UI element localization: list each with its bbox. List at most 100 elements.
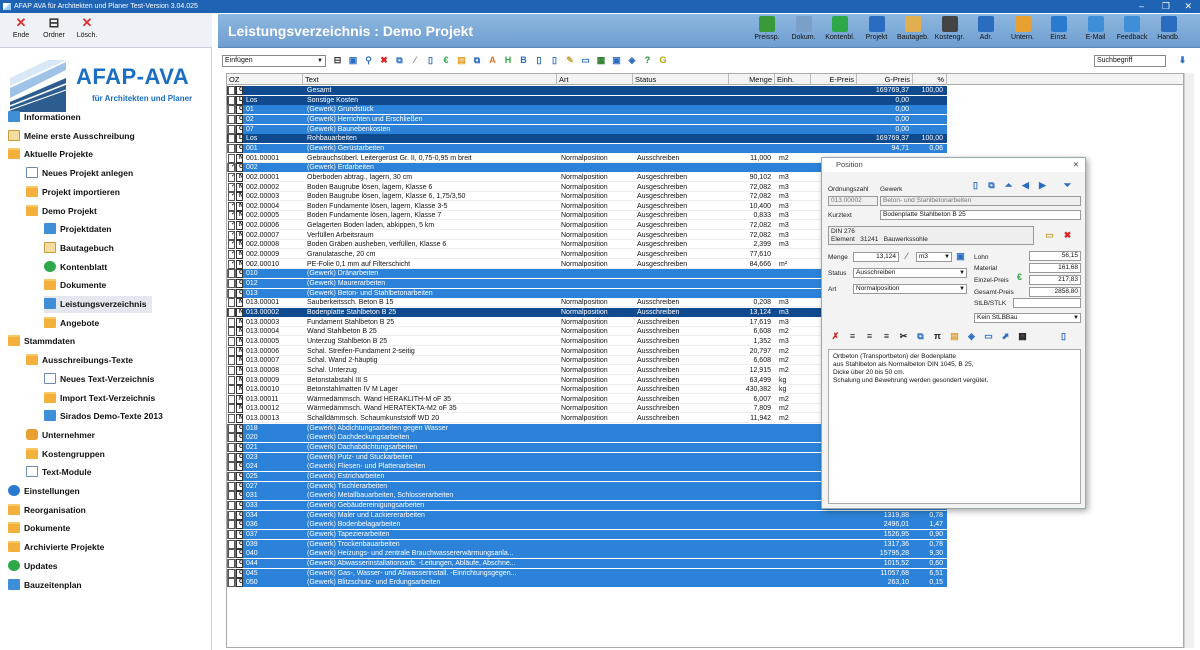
grid-scrollbar[interactable]: [1184, 73, 1194, 648]
row-checkbox[interactable]: [228, 124, 235, 134]
row-checkbox[interactable]: [228, 529, 235, 539]
row-checkbox[interactable]: [228, 356, 235, 366]
longtext-editor[interactable]: Ortbeton (Transportbeton) der Bodenplatt…: [828, 349, 1081, 504]
sidebar-item-neues-projekt-anlegen[interactable]: Neues Projekt anlegen: [26, 165, 133, 182]
sidebar-item-bautagebuch[interactable]: Bautagebuch: [44, 240, 114, 257]
sidebar-item-archivierte-projekte[interactable]: Archivierte Projekte: [8, 539, 104, 556]
row-checkbox[interactable]: ✓: [228, 240, 235, 250]
toolbar-tool-2-icon[interactable]: ⚲: [363, 55, 374, 66]
row-checkbox[interactable]: [228, 500, 235, 510]
row-checkbox[interactable]: [228, 114, 235, 124]
kostengr-button[interactable]: Kostengr.: [933, 16, 967, 41]
prev-icon[interactable]: ◀: [1020, 180, 1031, 191]
search-down-icon[interactable]: ⬇: [1177, 55, 1188, 66]
row-checkbox[interactable]: [228, 578, 235, 588]
format-tool-11-icon[interactable]: ▦: [1017, 331, 1028, 342]
row-checkbox[interactable]: [228, 327, 235, 337]
column-header-einh[interactable]: Einh.: [775, 74, 811, 85]
column-header-text[interactable]: Text: [303, 74, 557, 85]
row-checkbox[interactable]: ✓: [228, 259, 235, 269]
kurztext-field[interactable]: Bodenplatte Stahlbeton B 25: [880, 210, 1081, 220]
sidebar-item-sirados-demo-texte-2013[interactable]: Sirados Demo-Texte 2013: [44, 408, 163, 425]
first-icon[interactable]: ⏶: [1003, 180, 1014, 191]
book-icon[interactable]: ▭: [1044, 230, 1055, 241]
table-row[interactable]: G001 (Gewerk) Gerüstarbeiten 94,71 0,06: [227, 143, 947, 153]
toolbar-tool-18-icon[interactable]: ▣: [611, 55, 622, 66]
row-checkbox[interactable]: ✓: [228, 201, 235, 211]
stlb-field[interactable]: [1013, 298, 1081, 308]
sidebar-item-ausschreibungs-texte[interactable]: Ausschreibungs-Texte: [26, 352, 133, 369]
format-tool-1-icon[interactable]: ≡: [847, 331, 858, 342]
row-checkbox[interactable]: [228, 298, 235, 308]
sidebar-item-kontenblatt[interactable]: Kontenblatt: [44, 259, 107, 276]
row-checkbox[interactable]: [228, 404, 235, 414]
row-checkbox[interactable]: [228, 346, 235, 356]
adr-button[interactable]: Adr.: [969, 16, 1003, 41]
status-select[interactable]: Ausschreiben: [853, 268, 967, 278]
material-field[interactable]: 161,68: [1029, 263, 1081, 273]
row-checkbox[interactable]: [228, 510, 235, 520]
column-header-epreis[interactable]: E-Preis: [811, 74, 857, 85]
table-row[interactable]: G02 (Gewerk) Herrichten und Erschließen 0,…: [227, 114, 947, 124]
row-checkbox[interactable]: ✓: [228, 163, 235, 173]
toolbar-tool-6-icon[interactable]: ▯: [425, 55, 436, 66]
ordner-button[interactable]: ⊟ Ordner: [37, 16, 71, 40]
column-header-art[interactable]: Art: [557, 74, 633, 85]
sidebar-item-meine-erste-ausschreibung[interactable]: Meine erste Ausschreibung: [8, 128, 135, 145]
sidebar-item-reorganisation[interactable]: Reorganisation: [8, 502, 86, 519]
clear-icon[interactable]: ✖: [1062, 230, 1073, 241]
format-tool-9-icon[interactable]: ▭: [983, 331, 994, 342]
menge-field[interactable]: 13,124: [853, 252, 899, 262]
row-checkbox[interactable]: [228, 443, 235, 453]
table-row[interactable]: G01 (Gewerk) Grundstück 0,00: [227, 105, 947, 115]
row-checkbox[interactable]: [228, 472, 235, 481]
dokum-button[interactable]: Dokum.: [787, 16, 821, 41]
toolbar-tool-3-icon[interactable]: ✖: [379, 55, 390, 66]
row-checkbox[interactable]: [228, 375, 235, 385]
toolbar-tool-16-icon[interactable]: ▭: [580, 55, 591, 66]
row-checkbox[interactable]: ✓: [228, 230, 235, 240]
row-checkbox[interactable]: [228, 394, 235, 404]
search-input[interactable]: Suchbegriff: [1094, 55, 1166, 67]
untern-button[interactable]: Untern.: [1006, 16, 1040, 41]
row-checkbox[interactable]: ✓: [228, 182, 235, 192]
toolbar-tool-5-icon[interactable]: ⁄: [410, 55, 421, 66]
row-checkbox[interactable]: [228, 317, 235, 327]
row-checkbox[interactable]: [228, 452, 235, 462]
sidebar-item-updates[interactable]: Updates: [8, 558, 58, 575]
ende-button[interactable]: ✕ Ende: [4, 16, 38, 40]
sidebar-item-unternehmer[interactable]: Unternehmer: [26, 427, 95, 444]
sidebar-item-einstellungen[interactable]: Einstellungen: [8, 483, 80, 500]
row-checkbox[interactable]: [228, 105, 235, 115]
format-tool-12-icon[interactable]: ▯: [1058, 331, 1069, 342]
ep-field[interactable]: 217,83: [1029, 275, 1081, 285]
row-checkbox[interactable]: ✓: [228, 211, 235, 221]
row-checkbox[interactable]: [228, 462, 235, 472]
row-checkbox[interactable]: [228, 365, 235, 375]
toolbar-tool-7-icon[interactable]: €: [441, 55, 452, 66]
format-tool-5-icon[interactable]: ⧉: [915, 331, 926, 342]
sidebar-item-import-text-verzeichnis[interactable]: Import Text-Verzeichnis: [44, 390, 155, 407]
dialog-close-icon[interactable]: ✕: [1073, 158, 1079, 172]
art-select[interactable]: Normalposition: [853, 284, 967, 294]
sidebar-item-projekt-importieren[interactable]: Projekt importieren: [26, 184, 120, 201]
new-doc-icon[interactable]: ▯: [970, 180, 981, 191]
table-row[interactable]: G034 (Gewerk) Maler und Lackiererarbeiten…: [227, 510, 947, 520]
format-tool-4-icon[interactable]: ✂: [898, 331, 909, 342]
table-row[interactable]: G044 (Gewerk) Abwasserinstallationsarb. -…: [227, 558, 947, 568]
row-checkbox[interactable]: [228, 568, 235, 578]
table-row[interactable]: G Gesamt 169769,37 100,00: [227, 86, 947, 95]
column-header-oz[interactable]: OZ: [227, 74, 303, 85]
toolbar-tool-12-icon[interactable]: B: [518, 55, 529, 66]
row-checkbox[interactable]: [228, 269, 235, 279]
column-header-gpreis[interactable]: G-Preis: [857, 74, 913, 85]
oz-field[interactable]: 013.00002: [828, 196, 878, 206]
table-row[interactable]: G050 (Gewerk) Blitzschutz- und Erdungsarb…: [227, 578, 947, 588]
lohn-field[interactable]: 56,15: [1029, 251, 1081, 261]
sidebar-item-neues-text-verzeichnis[interactable]: Neues Text-Verzeichnis: [44, 371, 154, 388]
bautageb-button[interactable]: Bautageb.: [896, 16, 930, 41]
gewerk-field[interactable]: Beton- und Stahlbetonarbeiten: [880, 196, 1081, 206]
column-header-status[interactable]: Status: [633, 74, 729, 85]
row-checkbox[interactable]: [228, 491, 235, 501]
minimize-icon[interactable]: –: [1139, 0, 1144, 13]
